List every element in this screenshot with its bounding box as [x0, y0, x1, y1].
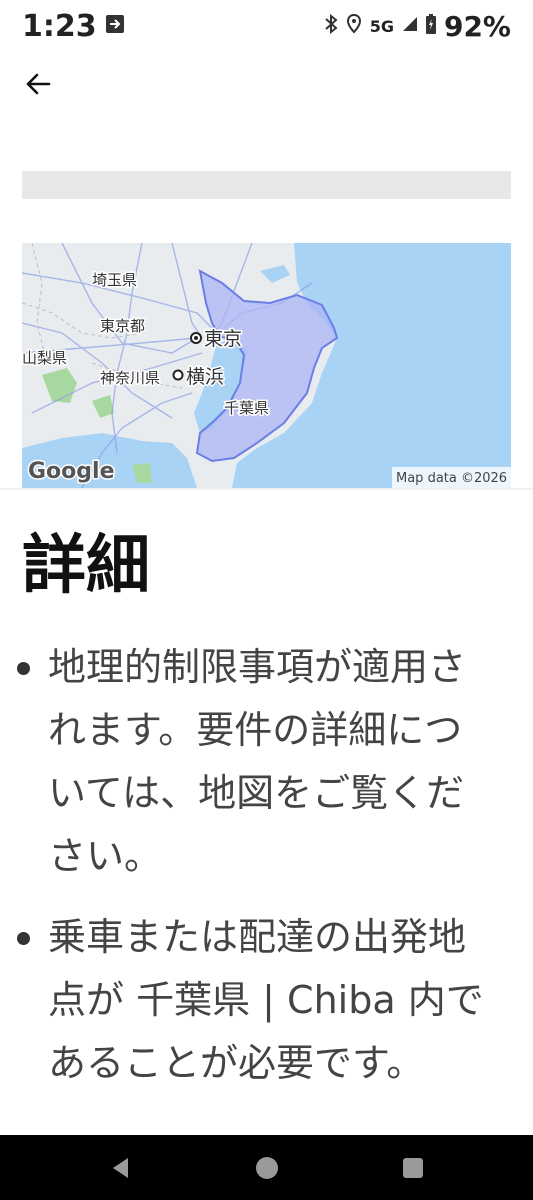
location-icon	[346, 13, 362, 38]
map-canvas: 埼玉県 東京都 東京 山梨県 神奈川県 横浜 千葉県 Google Map da…	[22, 243, 511, 488]
nav-home-icon[interactable]	[254, 1155, 280, 1181]
details-list: 地理的制限事項が適用されます。要件の詳細については、地図をご覧ください。 乗車ま…	[0, 636, 533, 1113]
map-label-chiba: 千葉県	[224, 399, 269, 417]
map-label-kanagawa: 神奈川県	[100, 369, 160, 387]
map-label-saitama: 埼玉県	[92, 271, 137, 289]
battery-icon	[425, 14, 436, 38]
details-item-text: 乗車または配達の出発地点が 千葉県 | Chiba 内であることが必要です。	[48, 915, 484, 1085]
details-item-text: 地理的制限事項が適用されます。要件の詳細については、地図をご覧ください。	[48, 645, 467, 878]
bullet-icon	[17, 662, 30, 675]
status-bar: 1:23 5G 92%	[0, 0, 533, 52]
google-logo: Google	[28, 459, 115, 484]
status-right: 5G 92%	[324, 10, 511, 43]
nav-recents-icon[interactable]	[400, 1155, 426, 1181]
bullet-icon	[17, 932, 30, 945]
screen: 1:23 5G 92% 埼玉県 東京都 東京 山梨県 神奈川県 横浜 千葉県 G…	[0, 0, 533, 1200]
screen-cast-icon	[105, 14, 125, 38]
details-title: 詳細	[22, 529, 150, 603]
back-button[interactable]	[18, 64, 58, 104]
map-label-tokyo-to: 東京都	[100, 317, 145, 335]
status-time: 1:23	[22, 8, 97, 44]
map-label-tokyo: 東京	[204, 328, 242, 350]
region-map[interactable]: 埼玉県 東京都 東京 山梨県 神奈川県 横浜 千葉県 Google Map da…	[22, 243, 511, 488]
app-bar	[0, 58, 533, 114]
status-left: 1:23	[22, 9, 125, 44]
arrow-left-icon	[26, 73, 51, 95]
details-item: 地理的制限事項が適用されます。要件の詳細については、地図をご覧ください。	[0, 636, 533, 888]
system-nav-bar	[0, 1135, 533, 1200]
loading-placeholder	[22, 171, 511, 199]
bluetooth-icon	[324, 13, 338, 38]
signal-icon	[402, 16, 418, 36]
map-label-yamanashi: 山梨県	[22, 349, 67, 367]
map-attribution[interactable]: Map data ©2026	[396, 471, 507, 486]
map-label-yokohama: 横浜	[186, 366, 224, 388]
network-type: 5G	[369, 16, 394, 36]
divider	[0, 488, 533, 490]
nav-back-icon[interactable]	[108, 1155, 134, 1181]
details-item: 乗車または配達の出発地点が 千葉県 | Chiba 内であることが必要です。	[0, 906, 533, 1095]
battery-percent: 92%	[443, 9, 511, 43]
